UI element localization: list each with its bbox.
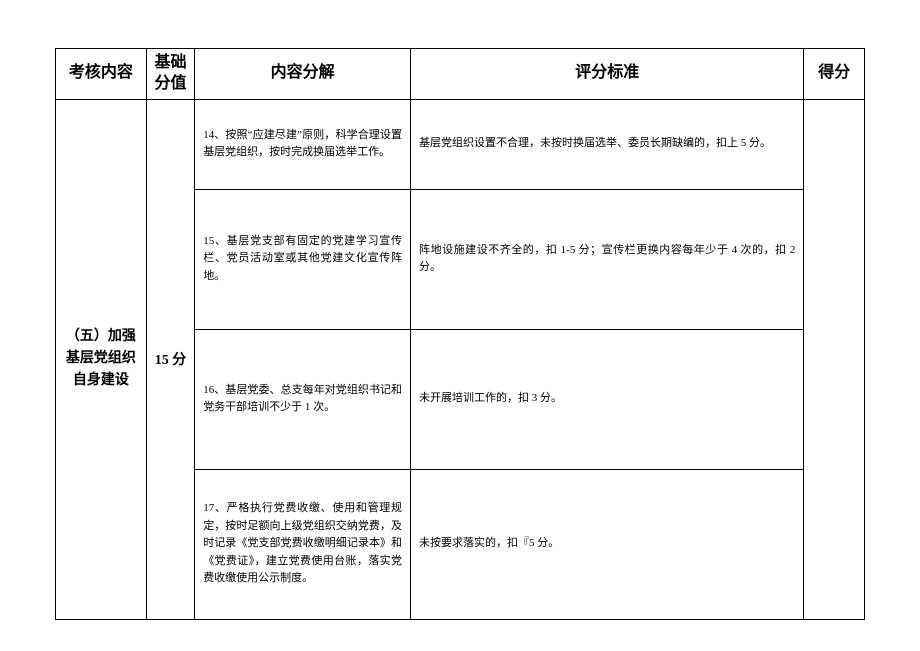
table-header-row: 考核内容 基础分值 内容分解 评分标准 得分	[56, 49, 865, 100]
header-breakdown: 内容分解	[195, 49, 411, 100]
table-row: （五）加强基层党组织自身建设 15 分 14、按照“应建尽建”原则，科学合理设置…	[56, 99, 865, 189]
result-cell	[804, 99, 865, 619]
breakdown-cell: 16、基层党委、总支每年对党组织书记和党务干部培训不少于 1 次。	[195, 329, 411, 469]
criteria-cell: 阵地设施建设不齐全的，扣 1-5 分；宣传栏更换内容每年少于 4 次的，扣 2 …	[411, 189, 804, 329]
breakdown-cell: 15、基层党支部有固定的党建学习宣传栏、党员活动室或其他党建文化宣传阵地。	[195, 189, 411, 329]
category-cell: （五）加强基层党组织自身建设	[56, 99, 147, 619]
criteria-cell: 未按要求落实的，扣『5 分。	[411, 469, 804, 619]
breakdown-cell: 14、按照“应建尽建”原则，科学合理设置基层党组织，按时完成换届选举工作。	[195, 99, 411, 189]
criteria-cell: 未开展培训工作的，扣 3 分。	[411, 329, 804, 469]
header-category: 考核内容	[56, 49, 147, 100]
criteria-cell: 基层党组织设置不合理，未按时换届选举、委员长期缺编的，扣上 5 分。	[411, 99, 804, 189]
breakdown-cell: 17、严格执行党费收缴、使用和管理规定，按时足额向上级党组织交纳党费，及时记录《…	[195, 469, 411, 619]
assessment-table: 考核内容 基础分值 内容分解 评分标准 得分 （五）加强基层党组织自身建设 15…	[55, 48, 865, 620]
header-base-score: 基础分值	[146, 49, 194, 100]
header-criteria: 评分标准	[411, 49, 804, 100]
score-cell: 15 分	[146, 99, 194, 619]
header-result: 得分	[804, 49, 865, 100]
